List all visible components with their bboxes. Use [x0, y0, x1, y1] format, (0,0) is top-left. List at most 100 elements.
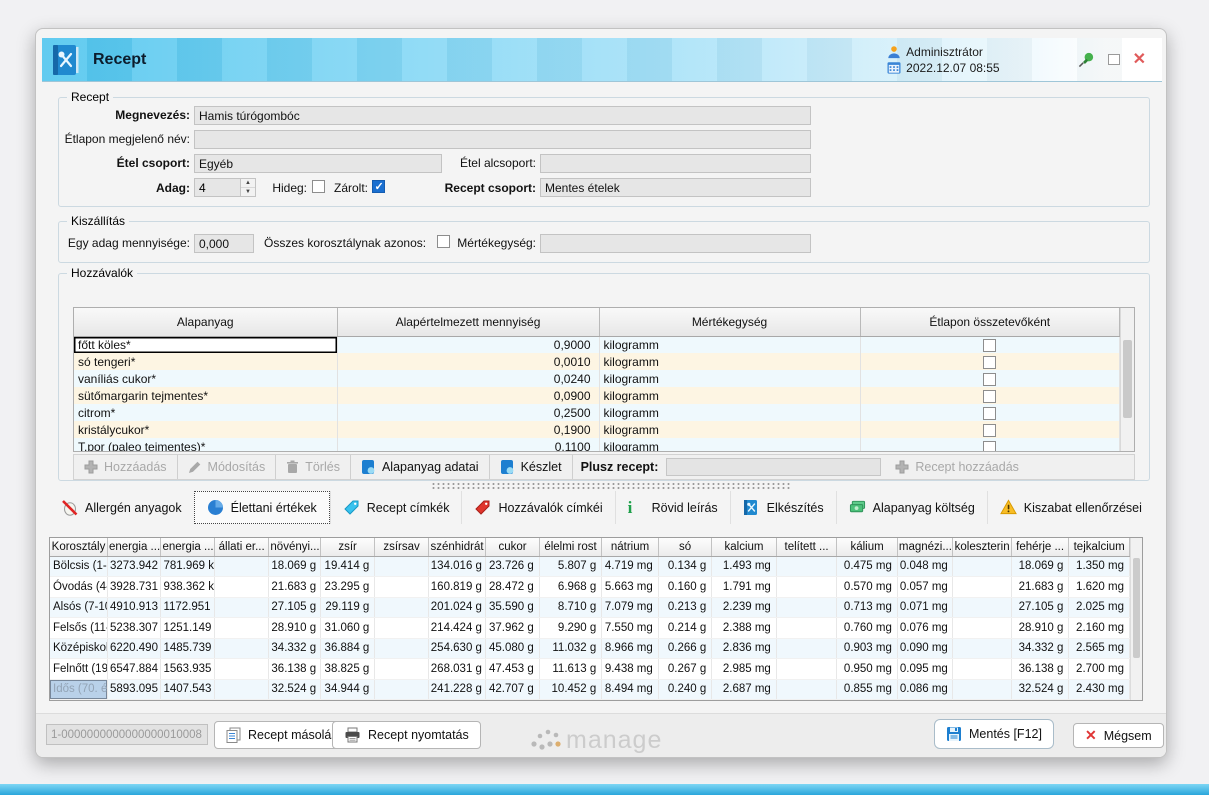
nutrition-cell[interactable]: 1.620 mg	[1069, 577, 1130, 598]
nutrition-cell[interactable]: 36.138 g	[269, 659, 320, 680]
nutrition-cell[interactable]	[214, 556, 268, 577]
nutrition-cell[interactable]	[953, 577, 1012, 598]
nutrition-cell[interactable]: 0.475 mg	[837, 556, 898, 577]
nutrition-cell[interactable]	[953, 597, 1012, 618]
nutrition-scrollbar[interactable]	[1130, 538, 1142, 700]
nutrition-cell[interactable]: 0.713 mg	[837, 597, 898, 618]
nutrition-cell[interactable]: 18.069 g	[1011, 556, 1069, 577]
splitter-handle[interactable]	[431, 482, 791, 489]
nutrition-cell[interactable]: 0.086 mg	[897, 679, 952, 700]
nutrition-cell[interactable]: 2.239 mg	[712, 597, 777, 618]
ingredient-cell[interactable]: 0,0240	[337, 370, 599, 387]
column-header[interactable]: tejkalcium	[1069, 538, 1130, 556]
ingredient-row[interactable]: sütőmargarin tejmentes*0,0900kilogramm	[74, 387, 1120, 404]
nutrition-cell[interactable]: 8.710 g	[539, 597, 602, 618]
column-header[interactable]: cukor	[486, 538, 539, 556]
nutrition-cell[interactable]: 2.836 mg	[712, 638, 777, 659]
nutrition-cell[interactable]: 11.613 g	[539, 659, 602, 680]
nutrition-cell[interactable]	[375, 577, 428, 598]
etel-alcsoport-input[interactable]	[540, 154, 811, 173]
nutrition-cell[interactable]: 23.295 g	[320, 577, 374, 598]
nutrition-cell[interactable]: 1251.149 k	[161, 618, 214, 639]
nutrition-cell[interactable]	[214, 597, 268, 618]
nutrition-cell[interactable]: 7.079 mg	[602, 597, 658, 618]
nutrition-cell[interactable]	[953, 618, 1012, 639]
nutrition-cell[interactable]: 1172.951 k	[161, 597, 214, 618]
nutrition-cell[interactable]: 34.944 g	[320, 679, 374, 700]
nutrition-row[interactable]: Óvodás (4-3928.731 k938.362 kc21.683 g23…	[50, 577, 1130, 598]
column-header[interactable]: telített ...	[776, 538, 837, 556]
nutrition-cell[interactable]: 34.332 g	[269, 638, 320, 659]
nutrition-cell[interactable]: 938.362 kc	[161, 577, 214, 598]
egy-adag-input[interactable]	[194, 234, 254, 253]
ingredient-cell[interactable]: 0,0010	[337, 353, 599, 370]
nutrition-cell[interactable]	[214, 679, 268, 700]
nutrition-cell[interactable]	[214, 638, 268, 659]
ingredient-row[interactable]: citrom*0,2500kilogramm	[74, 404, 1120, 421]
nutrition-cell[interactable]: 1.350 mg	[1069, 556, 1130, 577]
nutrition-cell[interactable]: 42.707 g	[486, 679, 539, 700]
etlapon-checkbox[interactable]	[983, 373, 996, 386]
nutrition-cell[interactable]: 36.138 g	[1011, 659, 1069, 680]
column-header[interactable]: Alapértelmezett mennyiség	[337, 308, 599, 336]
ingredient-cell[interactable]: 0,1900	[337, 421, 599, 438]
nutrition-cell[interactable]: Bölcsis (1-3	[50, 556, 108, 577]
alapanyag-adatai-button[interactable]: Alapanyag adatai	[351, 455, 490, 479]
nutrition-cell[interactable]: 38.825 g	[320, 659, 374, 680]
tab-rovid-leiras[interactable]: i Rövid leírás	[615, 491, 730, 524]
nutrition-cell[interactable]: 37.962 g	[486, 618, 539, 639]
tab-elettani-ertekek[interactable]: Élettani értékek	[194, 491, 330, 524]
tab-elkeszites[interactable]: Elkészítés	[730, 491, 836, 524]
nutrition-cell[interactable]: 45.080 g	[486, 638, 539, 659]
nutrition-cell[interactable]: 4910.913 k	[108, 597, 161, 618]
nutrition-cell[interactable]: 0.855 mg	[837, 679, 898, 700]
nutrition-cell[interactable]: 3273.942 k	[108, 556, 161, 577]
nutrition-cell[interactable]: 19.414 g	[320, 556, 374, 577]
ingredients-scrollbar[interactable]	[1120, 308, 1134, 451]
column-header[interactable]: magnézi...	[897, 538, 952, 556]
ingredient-cell[interactable]: T.por (paleo tejmentes)*	[74, 438, 337, 452]
nutrition-cell[interactable]	[375, 679, 428, 700]
nutrition-cell[interactable]: 2.985 mg	[712, 659, 777, 680]
nutrition-cell[interactable]: 0.240 g	[658, 679, 711, 700]
recept-hozzaadas-button[interactable]: Recept hozzáadás	[885, 455, 1029, 479]
column-header[interactable]: növényi...	[269, 538, 320, 556]
nutrition-cell[interactable]: Óvodás (4-	[50, 577, 108, 598]
nutrition-cell[interactable]	[214, 577, 268, 598]
nutrition-cell[interactable]: 0.267 g	[658, 659, 711, 680]
nutrition-cell[interactable]: 0.214 g	[658, 618, 711, 639]
scrollbar-thumb[interactable]	[1123, 340, 1132, 418]
column-header[interactable]: kálium	[837, 538, 898, 556]
column-header[interactable]: koleszterin	[953, 538, 1012, 556]
nutrition-cell[interactable]: 32.524 g	[269, 679, 320, 700]
nutrition-cell[interactable]	[776, 556, 837, 577]
etlapon-checkbox[interactable]	[983, 441, 996, 452]
column-header[interactable]: nátrium	[602, 538, 658, 556]
column-header[interactable]: Étlapon összetevőként	[860, 308, 1120, 336]
hozzaadas-button[interactable]: Hozzáadás	[74, 455, 178, 479]
nutrition-cell[interactable]: 1407.543 k	[161, 679, 214, 700]
osszes-korosztaly-checkbox[interactable]	[437, 235, 450, 248]
column-header[interactable]: Mértékegység	[599, 308, 860, 336]
ingredient-cell[interactable]: kilogramm	[599, 336, 860, 353]
nutrition-cell[interactable]: 47.453 g	[486, 659, 539, 680]
nutrition-cell[interactable]: 2.687 mg	[712, 679, 777, 700]
column-header[interactable]: zsírsav	[375, 538, 428, 556]
nutrition-cell[interactable]: Felsős (11-	[50, 618, 108, 639]
ingredient-row[interactable]: vaníliás cukor*0,0240kilogramm	[74, 370, 1120, 387]
nutrition-cell[interactable]: 3928.731 k	[108, 577, 161, 598]
nutrition-cell[interactable]: 6220.490 k	[108, 638, 161, 659]
ingredient-cell[interactable]: kilogramm	[599, 438, 860, 452]
nutrition-cell[interactable]: 27.105 g	[1011, 597, 1069, 618]
column-header[interactable]: Korosztály	[50, 538, 108, 556]
nutrition-cell[interactable]: 5893.095 k	[108, 679, 161, 700]
nutrition-cell[interactable]: 0.095 mg	[897, 659, 952, 680]
nutrition-cell[interactable]: 28.910 g	[269, 618, 320, 639]
nutrition-cell[interactable]: 31.060 g	[320, 618, 374, 639]
nutrition-cell[interactable]: 8.966 mg	[602, 638, 658, 659]
etlapon-nev-input[interactable]	[194, 130, 811, 149]
nutrition-cell[interactable]: Idős (70. é	[50, 679, 108, 700]
nutrition-cell[interactable]	[375, 638, 428, 659]
nutrition-cell[interactable]: 0.903 mg	[837, 638, 898, 659]
nutrition-cell[interactable]: 32.524 g	[1011, 679, 1069, 700]
